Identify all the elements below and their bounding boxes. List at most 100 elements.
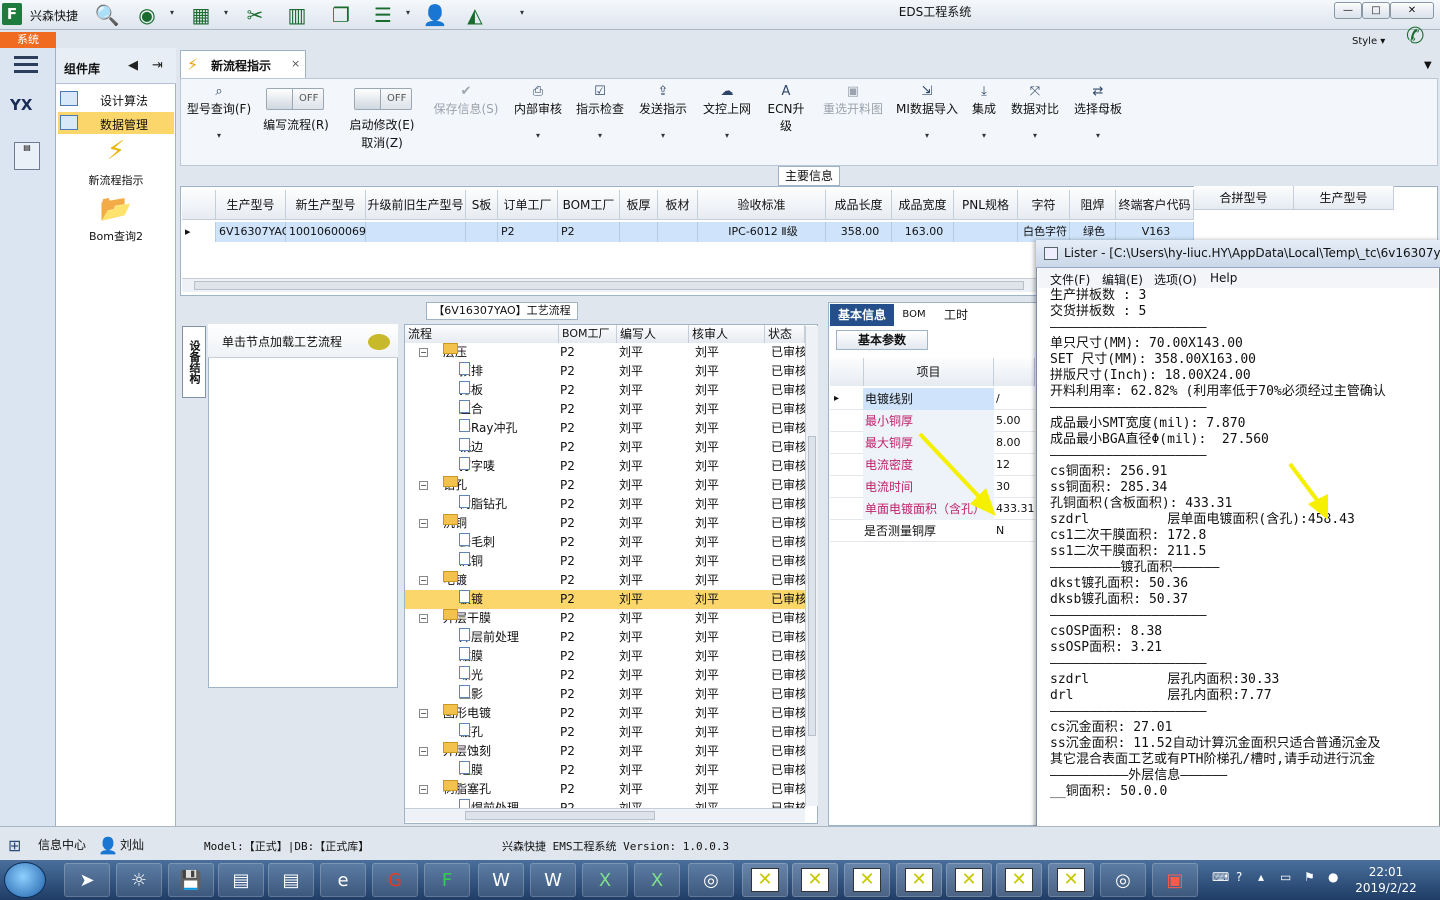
expand-collapse-icon[interactable]: − — [419, 519, 428, 528]
table-cell[interactable]: 白色字符 — [1018, 222, 1070, 242]
table-cell[interactable]: 6V16307YAO — [216, 222, 290, 242]
col-header-0[interactable]: 生产型号 — [216, 190, 286, 220]
expand-collapse-icon[interactable]: − — [419, 576, 428, 585]
reselect-cut-button[interactable]: ▣ 重选开料图 — [820, 84, 886, 117]
menu-icon[interactable] — [14, 56, 38, 59]
table-cell[interactable] — [466, 222, 498, 242]
col-header-16[interactable]: 生产型号 — [1294, 186, 1394, 210]
param-value[interactable]: 5.00 — [996, 410, 1021, 432]
table-row[interactable]: 镀孔 P2 刘平 刘平 已审核 — [405, 723, 805, 742]
taskbar-x-window-icon[interactable]: ✕ — [742, 863, 788, 897]
col-header-14[interactable]: 终端客户代码 — [1116, 190, 1194, 220]
taskbar-eds-icon[interactable]: F — [424, 863, 470, 897]
expand-collapse-icon[interactable]: − — [419, 348, 428, 357]
param-value[interactable]: 12 — [996, 454, 1010, 476]
lister-text-content[interactable]: 生产拼板数 : 3 交货拼板数 : 5 ———————————————————— 单只… — [1050, 288, 1440, 800]
table-row[interactable]: 去毛刺 P2 刘平 刘平 已审核 — [405, 533, 805, 552]
enable-edit-toggle[interactable]: OFF — [354, 88, 412, 110]
col-header-12[interactable]: 字符 — [1018, 190, 1070, 220]
table-row[interactable]: 显影 P2 刘平 刘平 已审核 — [405, 685, 805, 704]
mi-import-button[interactable]: ⇲ MI数据导入 ▾ — [894, 84, 960, 140]
menu-edit[interactable]: 编辑(E) — [1102, 271, 1143, 288]
cancel-button[interactable]: 取消(Z) — [344, 134, 420, 151]
col-header-writer[interactable]: 编写人 — [617, 325, 689, 343]
taskbar-x-window-icon[interactable]: ✕ — [946, 863, 992, 897]
param-value[interactable]: 8.00 — [996, 432, 1021, 454]
table-row[interactable]: 预排 P2 刘平 刘平 已审核 — [405, 362, 805, 381]
col-header-5[interactable]: BOM工厂 — [558, 190, 620, 220]
maximize-button[interactable]: □ — [1362, 2, 1390, 19]
taskbar-scroll2-icon[interactable]: ▤ — [268, 863, 314, 897]
folder-open-icon[interactable]: 📂 — [56, 194, 176, 224]
start-button[interactable] — [4, 862, 46, 898]
table-row[interactable]: − 沉铜 P2 刘平 刘平 已审核 — [405, 514, 805, 533]
col-header-7[interactable]: 板材 — [658, 190, 698, 220]
taskbar-word2-icon[interactable]: W — [530, 863, 576, 897]
taskbar-word-icon[interactable]: W — [478, 863, 524, 897]
menu-file[interactable]: 文件(F) — [1050, 271, 1090, 288]
table-row[interactable]: − 钻孔 P2 刘平 刘平 已审核 — [405, 476, 805, 495]
main-info-hscrollbar[interactable] — [182, 278, 1037, 292]
col-header-9[interactable]: 成品长度 — [826, 190, 892, 220]
integrate-button[interactable]: ⤓ 集成 ▾ — [968, 84, 1000, 140]
taskbar-excel2-icon[interactable]: X — [634, 863, 680, 897]
col-header-value[interactable] — [994, 358, 1035, 386]
table-cell[interactable]: 358.00 — [826, 222, 892, 242]
expand-collapse-icon[interactable]: − — [419, 481, 428, 490]
scroll-thumb[interactable] — [808, 436, 816, 736]
table-cell[interactable]: P2 — [558, 222, 620, 242]
table-row[interactable]: − 树脂塞孔 P2 刘平 刘平 已审核 — [405, 780, 805, 799]
table-cell[interactable] — [954, 222, 1018, 242]
sidebar-item-data-management[interactable]: 数据管理 — [58, 112, 174, 134]
table-row[interactable]: 单面电镀面积（含孔） 433.31 — [830, 498, 1035, 520]
tray-keyboard-icon[interactable]: ⌨ — [1212, 870, 1229, 884]
table-row[interactable]: 板镀 P2 刘平 刘平 已审核 — [405, 590, 805, 609]
table-row[interactable]: − 外层干膜 P2 刘平 刘平 已审核 — [405, 609, 805, 628]
table-row[interactable]: ▸ 电镀线别 / — [830, 388, 1035, 410]
menu-options[interactable]: 选项(O) — [1154, 271, 1197, 288]
expand-collapse-icon[interactable]: − — [419, 785, 428, 794]
scroll-thumb[interactable] — [465, 811, 655, 820]
style-dropdown[interactable]: Style ▾ — [1352, 36, 1385, 47]
param-value[interactable]: / — [996, 388, 1000, 410]
tree-hscrollbar[interactable] — [405, 808, 805, 822]
new-flow-item-label[interactable]: 新流程指示 — [56, 172, 176, 188]
table-cell[interactable]: IPC-6012 Ⅱ级 — [698, 222, 826, 242]
table-row[interactable]: − 图形电镀 P2 刘平 刘平 已审核 — [405, 704, 805, 723]
table-row[interactable]: − 电镀 P2 刘平 刘平 已审核 — [405, 571, 805, 590]
taskbar-feather-icon[interactable]: ➤ — [64, 863, 110, 897]
table-row[interactable]: 最小铜厚 5.00 — [830, 410, 1035, 432]
tray-help-icon[interactable]: ? — [1236, 870, 1242, 884]
param-value[interactable]: N — [996, 520, 1004, 542]
select-board-button[interactable]: ⇄ 选择母板 ▾ — [1070, 84, 1126, 140]
col-header-13[interactable]: 阻焊 — [1070, 190, 1116, 220]
taskbar-scroll-icon[interactable]: ▤ — [218, 863, 264, 897]
table-cell[interactable] — [620, 222, 658, 242]
table-row[interactable]: 电流密度 12 — [830, 454, 1035, 476]
table-row[interactable]: 树脂钻孔 P2 刘平 刘平 已审核 — [405, 495, 805, 514]
table-row[interactable]: 铣边 P2 刘平 刘平 已审核 — [405, 438, 805, 457]
basic-params-subtab[interactable]: 基本参数 — [836, 330, 928, 350]
tab-work-hours[interactable]: 工时 — [934, 304, 978, 326]
tab-equipment-structure[interactable]: 设备结构 — [182, 326, 206, 398]
taskbar-clock[interactable]: 22:01 2019/2/22 — [1354, 864, 1418, 896]
lister-titlebar[interactable]: Lister - [C:\Users\hy-liuc.HY\AppData\Lo… — [1036, 240, 1440, 268]
tray-network-icon[interactable]: ▭ — [1280, 870, 1291, 884]
col-header-11[interactable]: PNL规格 — [954, 190, 1018, 220]
table-row[interactable]: − 外层蚀刻 P2 刘平 刘平 已审核 — [405, 742, 805, 761]
save-info-button[interactable]: ✔ 保存信息(S) — [430, 84, 502, 117]
taskbar-x-window-icon[interactable]: ✕ — [792, 863, 838, 897]
table-row[interactable]: X-Ray冲孔 P2 刘平 刘平 已审核 — [405, 419, 805, 438]
internal-review-button[interactable]: ⎙ 内部审核 ▾ — [510, 84, 566, 140]
tray-expand-icon[interactable]: ▴ — [1258, 870, 1264, 884]
table-row[interactable]: 电流时间 30 — [830, 476, 1035, 498]
tray-flag-icon[interactable]: ⚑ — [1304, 870, 1315, 884]
param-value[interactable]: 30 — [996, 476, 1010, 498]
col-header-2[interactable]: 升级前旧生产型号 — [366, 190, 466, 220]
phone-icon[interactable]: ✆ — [1406, 24, 1424, 49]
ecn-upgrade-button[interactable]: A ECN升级 — [762, 84, 810, 134]
taskbar-ie-icon[interactable]: e — [320, 863, 366, 897]
pin-icon[interactable]: ⇥ — [152, 58, 163, 73]
col-header-flow[interactable]: 流程 — [405, 325, 559, 343]
yx-module-icon[interactable]: YX — [10, 96, 44, 126]
